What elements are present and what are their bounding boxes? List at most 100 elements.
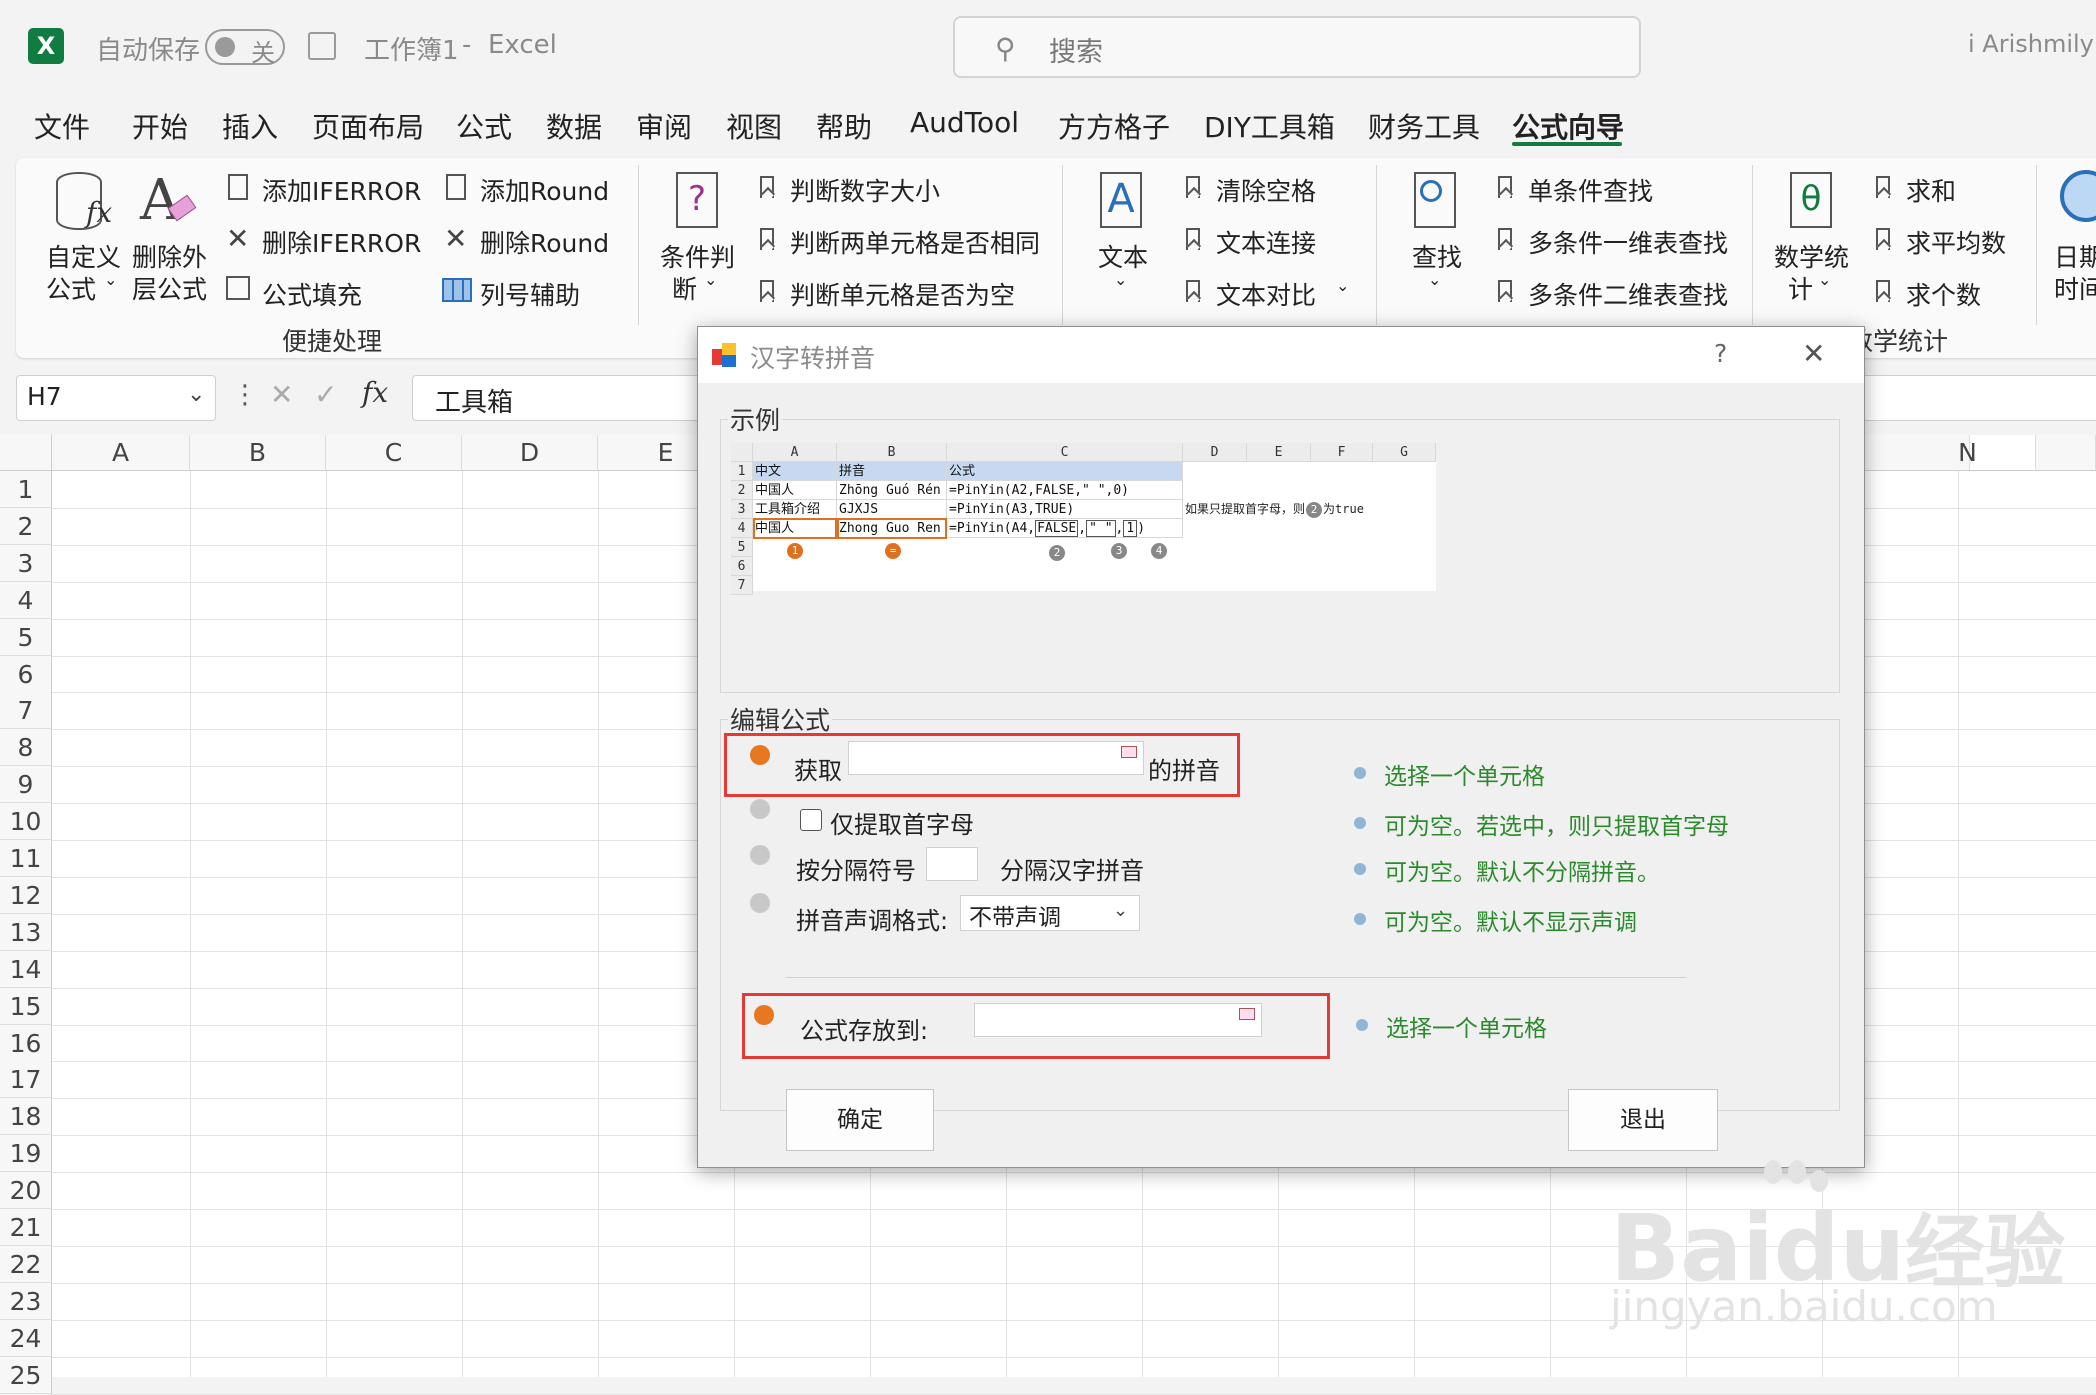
select-all-corner[interactable] (0, 435, 52, 471)
search-box[interactable]: ⚲ 搜索 (953, 16, 1641, 78)
judge-empty-button[interactable]: 判断单元格是否为空 (790, 276, 1015, 312)
remove-outer-formula-button[interactable]: 删除外 (132, 238, 207, 274)
custom-formula-button-line2[interactable]: 公式 (46, 270, 96, 306)
tab-page-layout[interactable]: 页面布局 (312, 106, 424, 146)
row-header-21[interactable]: 21 (0, 1209, 52, 1246)
confirm-icon[interactable]: ✓ (314, 378, 337, 411)
condition-judge-button[interactable]: 条件判 (660, 238, 735, 274)
sum-button[interactable]: 求和 (1906, 172, 1956, 208)
row-header-8[interactable]: 8 (0, 729, 52, 766)
save-icon[interactable] (308, 32, 336, 60)
tone-format-label: 拼音声调格式: (796, 907, 949, 935)
row-header-17[interactable]: 17 (0, 1061, 52, 1098)
row-header-15[interactable]: 15 (0, 988, 52, 1025)
row-header-24[interactable]: 24 (0, 1320, 52, 1357)
target-cell-input[interactable] (974, 1003, 1262, 1037)
name-box[interactable]: H7 ⌄ (16, 375, 216, 421)
tab-fangfang[interactable]: 方方格子 (1058, 106, 1170, 146)
delete-round-button[interactable]: 删除Round (480, 224, 609, 260)
first-letter-checkbox[interactable] (800, 809, 822, 831)
lookup-button[interactable]: 查找 (1412, 238, 1462, 274)
row-header-1[interactable]: 1 (0, 471, 52, 508)
tab-file[interactable]: 文件 (34, 106, 90, 146)
cell-picker-icon[interactable] (1121, 746, 1137, 758)
math-stats-button-line2[interactable]: 计 (1788, 270, 1813, 306)
text-button[interactable]: 文本 (1098, 238, 1148, 274)
row-header-12[interactable]: 12 (0, 877, 52, 914)
add-iferror-button[interactable]: 添加IFERROR (262, 172, 421, 208)
multi-condition-1d-lookup-button[interactable]: 多条件一维表查找 (1528, 224, 1728, 260)
multi-condition-2d-lookup-button[interactable]: 多条件二维表查找 (1528, 276, 1728, 312)
tab-review[interactable]: 审阅 (636, 106, 692, 146)
column-header-d[interactable]: D (462, 435, 598, 471)
row-header-2[interactable]: 2 (0, 508, 52, 545)
chevron-down-icon[interactable]: ⌄ (187, 382, 205, 407)
condition-judge-button-line2[interactable]: 断 (672, 270, 697, 306)
row-header-22[interactable]: 22 (0, 1246, 52, 1283)
source-cell-input[interactable] (848, 741, 1144, 775)
row-header-18[interactable]: 18 (0, 1098, 52, 1135)
tone-format-select[interactable]: 不带声调 ⌄ (960, 895, 1140, 931)
exit-button[interactable]: 退出 (1568, 1089, 1718, 1151)
tab-diy-toolbox[interactable]: DIY工具箱 (1204, 106, 1335, 146)
help-icon[interactable]: ? (1714, 339, 1727, 368)
row-header-4[interactable]: 4 (0, 582, 52, 619)
user-name[interactable]: i Arishmily (1968, 30, 2094, 58)
remove-outer-formula-button-line2[interactable]: 层公式 (132, 270, 207, 306)
row-header-3[interactable]: 3 (0, 545, 52, 582)
text-concat-button[interactable]: 文本连接 (1216, 224, 1316, 260)
row-header-14[interactable]: 14 (0, 951, 52, 988)
formula-fill-button[interactable]: 公式填充 (262, 276, 362, 312)
date-time-button[interactable]: 日期 (2054, 238, 2096, 274)
row-header-13[interactable]: 13 (0, 914, 52, 951)
first-letter-label[interactable]: 仅提取首字母 (830, 805, 974, 840)
date-time-button-line2[interactable]: 时间 (2054, 270, 2096, 306)
tab-audtool[interactable]: AudTool (910, 106, 1019, 139)
single-condition-lookup-button[interactable]: 单条件查找 (1528, 172, 1653, 208)
average-button[interactable]: 求平均数 (1906, 224, 2006, 260)
row-header-9[interactable]: 9 (0, 766, 52, 803)
custom-formula-button[interactable]: 自定义 (46, 238, 121, 274)
tab-home[interactable]: 开始 (132, 106, 188, 146)
ok-button[interactable]: 确定 (786, 1089, 934, 1151)
tab-data[interactable]: 数据 (546, 106, 602, 146)
row-header-20[interactable]: 20 (0, 1172, 52, 1209)
row-header-10[interactable]: 10 (0, 803, 52, 840)
close-icon[interactable]: ✕ (1802, 337, 1825, 370)
row-header-7[interactable]: 7 (0, 692, 52, 729)
insert-function-icon[interactable]: fx (362, 376, 388, 409)
count-button[interactable]: 求个数 (1906, 276, 1981, 312)
column-header-n[interactable]: N (1900, 435, 2036, 471)
tab-formula-wizard[interactable]: 公式向导 (1512, 106, 1624, 146)
row-header-23[interactable]: 23 (0, 1283, 52, 1320)
row-header-25[interactable]: 25 (0, 1357, 52, 1394)
row-header-11[interactable]: 11 (0, 840, 52, 877)
add-round-button[interactable]: 添加Round (480, 172, 609, 208)
row-header-6[interactable]: 6 (0, 656, 52, 693)
column-header-c[interactable]: C (326, 435, 462, 471)
chevron-down-icon[interactable]: ⌄ (1113, 900, 1128, 921)
column-header-b[interactable]: B (190, 435, 326, 471)
judge-two-same-button[interactable]: 判断两单元格是否相同 (790, 224, 1040, 260)
math-stats-button[interactable]: 数学统 (1774, 238, 1849, 274)
tab-finance-tools[interactable]: 财务工具 (1368, 106, 1480, 146)
tab-help[interactable]: 帮助 (816, 106, 872, 146)
separator-input[interactable] (926, 847, 978, 881)
column-header-a[interactable]: A (52, 435, 190, 471)
cancel-icon[interactable]: ✕ (270, 378, 293, 411)
clear-space-button[interactable]: 清除空格 (1216, 172, 1316, 208)
delete-iferror-button[interactable]: 删除IFERROR (262, 224, 421, 260)
row-header-16[interactable]: 16 (0, 1025, 52, 1062)
title-dash: - (462, 30, 472, 60)
row-header-5[interactable]: 5 (0, 619, 52, 656)
row-header-19[interactable]: 19 (0, 1135, 52, 1172)
tab-view[interactable]: 视图 (726, 106, 782, 146)
tab-formulas[interactable]: 公式 (456, 106, 512, 146)
more-options-icon[interactable]: ⋮ (232, 380, 258, 410)
text-compare-button[interactable]: 文本对比 (1216, 276, 1316, 312)
judge-number-size-button[interactable]: 判断数字大小 (790, 172, 940, 208)
column-helper-button[interactable]: 列号辅助 (480, 276, 580, 312)
tab-insert[interactable]: 插入 (222, 106, 278, 146)
autosave-toggle[interactable]: 关 (205, 29, 285, 67)
cell-picker-icon[interactable] (1239, 1008, 1255, 1020)
